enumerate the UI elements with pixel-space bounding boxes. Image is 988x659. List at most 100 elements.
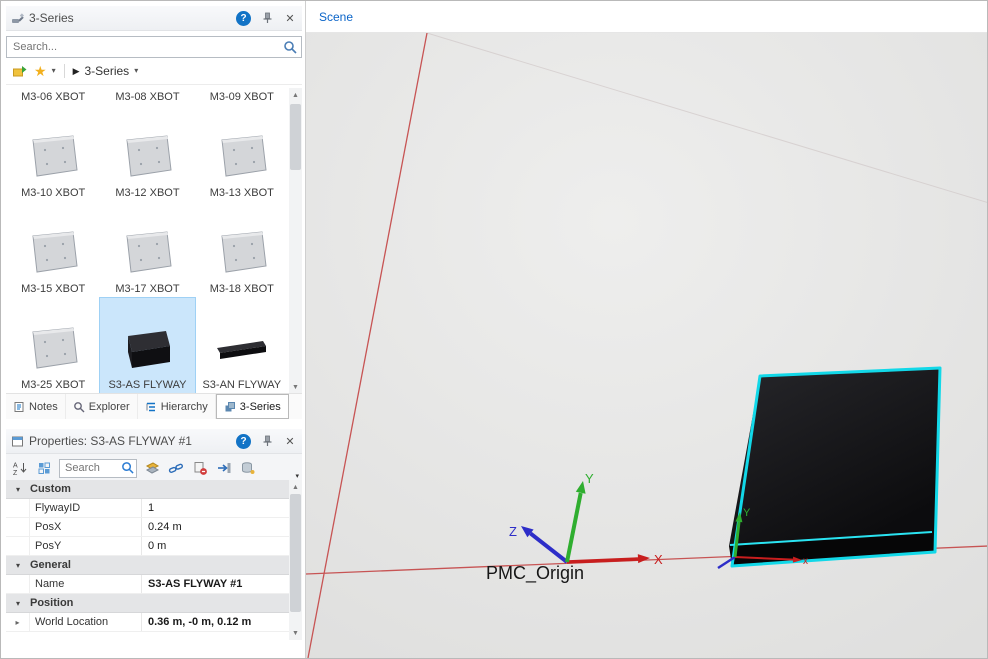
help-icon[interactable]: ? [236,434,251,449]
library-item[interactable]: M3-08 XBOT [100,88,194,106]
item-label: M3-08 XBOT [115,91,179,103]
property-row-world-location: ▸ World Location 0.36 m, -0 m, 0.12 m [6,613,289,632]
item-label: M3-06 XBOT [21,91,85,103]
library-item[interactable]: M3-12 XBOT [100,106,194,202]
add-package-icon[interactable] [11,63,29,79]
properties-titlebar[interactable]: Properties: S3-AS FLYWAY #1 ? ✕ [6,429,302,454]
axis-x-label: X [654,552,663,567]
scrollbar-thumb[interactable] [290,494,301,612]
tab-label: Explorer [89,401,130,413]
scroll-up-icon[interactable]: ▲ [289,480,302,494]
scroll-up-icon[interactable]: ▲ [289,88,302,102]
library-item[interactable]: M3-09 XBOT [195,88,289,106]
library-item[interactable]: M3-18 XBOT [195,202,289,298]
library-item[interactable]: M3-06 XBOT [6,88,100,106]
svg-text:Z: Z [13,470,18,476]
property-row-posx: PosX 0.24 m [6,518,289,537]
tab-label: Hierarchy [161,401,208,413]
item-label: M3-12 XBOT [115,187,179,199]
item-label: S3-AS FLYWAY [108,379,186,391]
properties-panel-icon [11,435,24,448]
remove-reference-icon[interactable] [191,460,209,476]
series-icon [224,401,236,413]
help-icon[interactable]: ? [236,11,251,26]
category-label: Position [30,594,73,612]
library-item[interactable]: M3-15 XBOT [6,202,100,298]
item-label: M3-17 XBOT [115,283,179,295]
property-key: FlywayID [30,499,142,517]
library-item[interactable]: M3-25 XBOT [6,298,100,394]
tab-3-series[interactable]: 3-Series [216,394,289,419]
library-item[interactable]: M3-10 XBOT [6,106,100,202]
sort-alphabetical-icon[interactable]: AZ [11,460,29,476]
properties-search [59,458,137,477]
toolbar-overflow-icon[interactable]: ▾ [295,472,299,480]
tab-hierarchy[interactable]: Hierarchy [138,394,216,419]
layers-icon[interactable] [143,460,161,476]
breadcrumb-caret-icon[interactable]: ▾ [134,67,138,75]
breadcrumb-arrow-icon[interactable]: ▶ [73,67,80,76]
property-value[interactable]: 0 m [142,537,289,555]
close-icon[interactable]: ✕ [283,434,297,448]
collapse-chevron-icon[interactable]: ▾ [6,556,30,574]
properties-scrollbar[interactable]: ▲ ▼ [289,480,302,640]
collapse-chevron-icon[interactable]: ▾ [6,480,30,498]
hierarchy-icon [145,401,157,413]
close-icon[interactable]: ✕ [283,11,297,25]
scroll-down-icon[interactable]: ▼ [289,380,302,394]
application-window: 3-Series ? ✕ ★ [0,0,988,659]
property-value[interactable]: 0.36 m, -0 m, 0.12 m [142,613,289,631]
category-row-custom[interactable]: ▾ Custom [6,480,289,499]
property-value[interactable]: 1 [142,499,289,517]
item-label: M3-10 XBOT [21,187,85,199]
axis-z-label: Z [509,524,517,539]
expander-icon[interactable]: ▸ [6,613,30,631]
flyway-bar-thumbnail [213,322,271,379]
category-row-general[interactable]: ▾ General [6,556,289,575]
pin-icon[interactable] [260,434,274,448]
breadcrumb-label[interactable]: 3-Series [85,64,130,78]
xbot-thumbnail [213,226,271,283]
library-item-selected[interactable]: S3-AS FLYWAY [100,298,194,394]
xbot-thumbnail [24,130,82,187]
property-key: Name [30,575,142,593]
tab-scene[interactable]: Scene [306,1,366,32]
library-search-input[interactable] [6,36,302,58]
library-item[interactable]: M3-17 XBOT [100,202,194,298]
property-value[interactable]: 0.24 m [142,518,289,536]
import-icon[interactable] [215,460,233,476]
search-icon[interactable] [121,461,134,474]
categorized-view-icon[interactable] [35,460,53,476]
library-item[interactable]: S3-AN FLYWAY [195,298,289,394]
item-label: M3-09 XBOT [210,91,274,103]
favorites-caret-icon[interactable]: ▾ [52,67,56,75]
tab-label: 3-Series [240,401,281,413]
3d-viewport[interactable]: Y x X Y Z PMC_Origin [306,33,988,658]
scrollbar-thumb[interactable] [290,104,301,170]
item-label: M3-18 XBOT [210,283,274,295]
library-titlebar[interactable]: 3-Series ? ✕ [6,6,302,31]
database-icon[interactable] [239,460,257,476]
category-label: General [30,556,71,574]
category-label: Custom [30,480,71,498]
collapse-chevron-icon[interactable]: ▾ [6,594,30,612]
library-panel: 3-Series ? ✕ ★ [6,6,302,419]
tab-explorer[interactable]: Explorer [66,394,138,419]
left-dock: 3-Series ? ✕ ★ [1,1,305,658]
viewport-background [306,33,988,658]
notes-icon [13,401,25,413]
search-icon[interactable] [283,40,297,54]
library-item[interactable]: M3-13 XBOT [195,106,289,202]
pin-icon[interactable] [260,11,274,25]
library-scrollbar[interactable]: ▲ ▼ [289,88,302,394]
property-key: PosX [30,518,142,536]
favorites-star-icon[interactable]: ★ [34,64,47,78]
scroll-down-icon[interactable]: ▼ [289,626,302,640]
property-row-posy: PosY 0 m [6,537,289,556]
tab-notes[interactable]: Notes [6,394,66,419]
property-value[interactable]: S3-AS FLYWAY #1 [142,575,289,593]
property-row-flywayid: FlywayID 1 [6,499,289,518]
link-icon[interactable] [167,460,185,476]
category-row-position[interactable]: ▾ Position [6,594,289,613]
flyway-box[interactable] [729,368,940,566]
